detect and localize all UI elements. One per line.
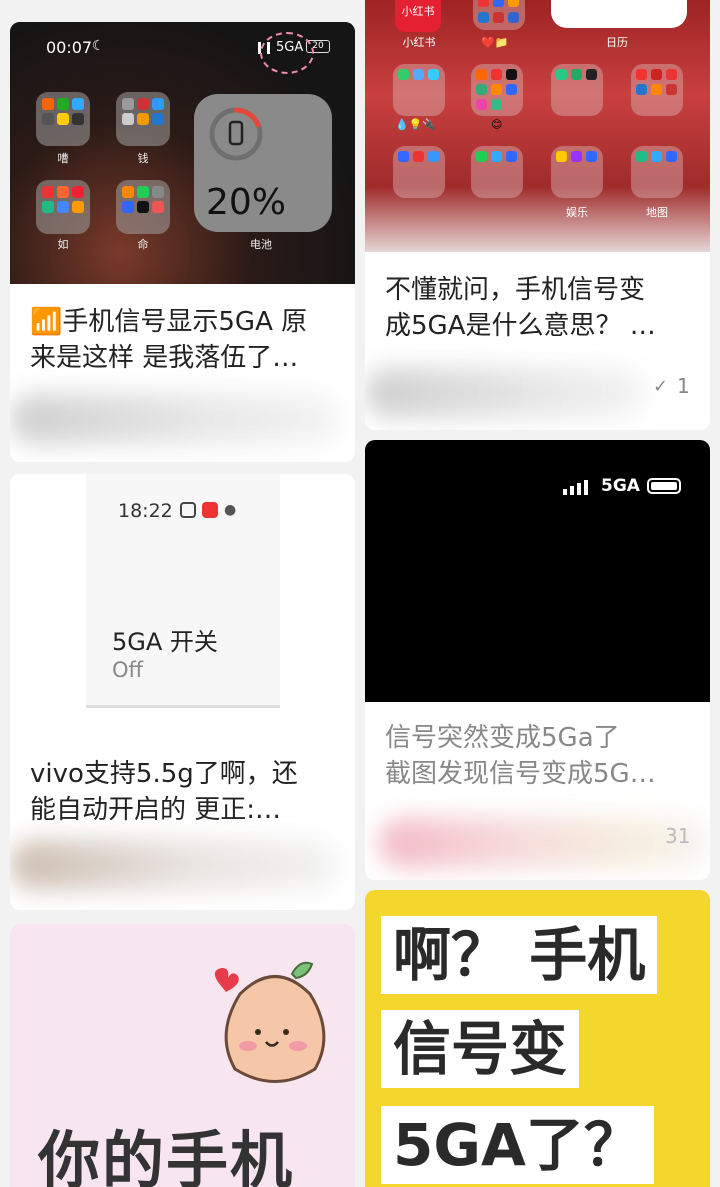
smile-emoji-icon: 😊 [491, 118, 503, 131]
app-folder[interactable] [473, 0, 525, 30]
folder-label: 娱乐 [566, 206, 588, 219]
battery-ring-icon [209, 107, 263, 161]
author-info-blurred [10, 394, 340, 444]
feed-card[interactable]: 5GA 信号突然变成5Ga了 截图发现信号变成5G… 31 [365, 440, 710, 880]
app-folder[interactable] [631, 146, 683, 198]
feed-card[interactable]: 18:22 ● 5GA 开关 Off vivo支持5.5g了啊，还 能自动开启的… [10, 474, 355, 910]
notification-icons: ● [180, 502, 240, 518]
app-label: 小红书 [402, 36, 436, 49]
feed-card[interactable]: 啊？ 手机 信号变 5GA了？ [365, 890, 710, 1187]
cover-headline-line: 信号变 [381, 1010, 580, 1088]
author-info-blurred [365, 368, 645, 418]
card-title[interactable]: 📶手机信号显示5GA 原 来是这样 是我落伍了… [30, 304, 337, 376]
folder-label: 如 [57, 238, 69, 251]
app-folder[interactable] [116, 92, 170, 146]
folder-label: 钱 [137, 152, 149, 165]
feed-grid: 00:07 ☾ 5GA 20 嘈 钱 如 命 20% 电池 📶手机信号显示5GA… [0, 0, 720, 1187]
app-folder[interactable] [36, 180, 90, 234]
heart-emoji-icon: ❤️📁 [481, 36, 509, 49]
battery-badge: 20 [312, 41, 324, 51]
card-cover-image[interactable]: 你的手机 [10, 924, 355, 1187]
battery-widget-label: 电池 [250, 238, 272, 251]
cover-headline-line: 5GA了？ [381, 1106, 654, 1184]
folder-label: 命 [137, 238, 149, 251]
title-line: 来是这样 是我落伍了… [30, 343, 299, 373]
card-cover-image[interactable]: 5GA [365, 440, 710, 702]
feed-card[interactable]: 小红书 小红书 ❤️📁 日历 💧💡🔌 😊 娱乐 地图 不懂就问，手机信号变 成5… [365, 0, 710, 430]
folder-label: 地图 [646, 206, 668, 219]
toggle-state: Off [112, 658, 143, 682]
battery-widget[interactable]: 20% [194, 94, 332, 232]
battery-icon [647, 478, 681, 494]
status-time: 00:07 [46, 38, 93, 57]
peach-mascot-icon [214, 961, 326, 1083]
like-icon[interactable]: ✓ [653, 376, 668, 397]
phone-screen-panel: 18:22 ● 5GA 开关 Off [86, 474, 280, 708]
status-time: 18:22 [118, 500, 173, 522]
card-title[interactable]: 信号突然变成5Ga了 截图发现信号变成5G… [385, 720, 692, 792]
title-line: 截图发现信号变成5G… [385, 759, 656, 789]
app-folder[interactable] [36, 92, 90, 146]
battery-percent: 20% [206, 182, 287, 223]
title-line: vivo支持5.5g了啊，还 [30, 759, 298, 789]
author-info-blurred [379, 818, 709, 868]
feed-card[interactable]: 你的手机 [10, 924, 355, 1187]
card-cover-image[interactable]: 啊？ 手机 信号变 5GA了？ [365, 890, 710, 1187]
like-count: 31 [665, 824, 691, 848]
title-line: 信号突然变成5Ga了 [385, 723, 620, 753]
app-folder[interactable] [471, 64, 523, 116]
cover-headline: 你的手机 [38, 1124, 295, 1187]
card-title[interactable]: 不懂就问，手机信号变 成5GA是什么意思？ … [385, 272, 692, 344]
card-title[interactable]: vivo支持5.5g了啊，还 能自动开启的 更正:… [30, 756, 337, 828]
highlight-circle [260, 32, 314, 74]
app-folder[interactable] [631, 64, 683, 116]
calendar-widget[interactable] [551, 0, 687, 28]
app-label: 日历 [606, 36, 628, 49]
author-info-blurred [10, 840, 340, 890]
card-cover-image[interactable]: 18:22 ● 5GA 开关 Off [10, 474, 355, 736]
signal-bars-icon [563, 480, 588, 495]
xiaohongshu-app-icon[interactable]: 小红书 [395, 0, 441, 32]
feed-card[interactable]: 00:07 ☾ 5GA 20 嘈 钱 如 命 20% 电池 📶手机信号显示5GA… [10, 22, 355, 462]
title-line: 能自动开启的 更正:… [30, 795, 282, 825]
app-folder[interactable] [551, 146, 603, 198]
app-folder[interactable] [393, 64, 445, 116]
app-folder[interactable] [551, 64, 603, 116]
moon-icon: ☾ [92, 38, 105, 54]
card-cover-image[interactable]: 00:07 ☾ 5GA 20 嘈 钱 如 命 20% 电池 [10, 22, 355, 284]
app-folder[interactable] [116, 180, 170, 234]
app-folder[interactable] [471, 146, 523, 198]
title-line: 📶手机信号显示5GA 原 [30, 307, 308, 337]
title-line: 成5GA是什么意思？ … [385, 311, 656, 341]
emoji-row: 💧💡🔌 [395, 118, 437, 131]
cover-headline-line: 啊？ 手机 [381, 916, 658, 994]
title-line: 不懂就问，手机信号变 [385, 275, 646, 305]
toggle-label: 5GA 开关 [112, 628, 218, 656]
folder-label: 嘈 [57, 152, 69, 165]
card-cover-image[interactable]: 小红书 小红书 ❤️📁 日历 💧💡🔌 😊 娱乐 地图 [365, 0, 710, 252]
network-label: 5GA [601, 476, 640, 496]
app-folder[interactable] [393, 146, 445, 198]
like-count: 1 [677, 374, 690, 398]
